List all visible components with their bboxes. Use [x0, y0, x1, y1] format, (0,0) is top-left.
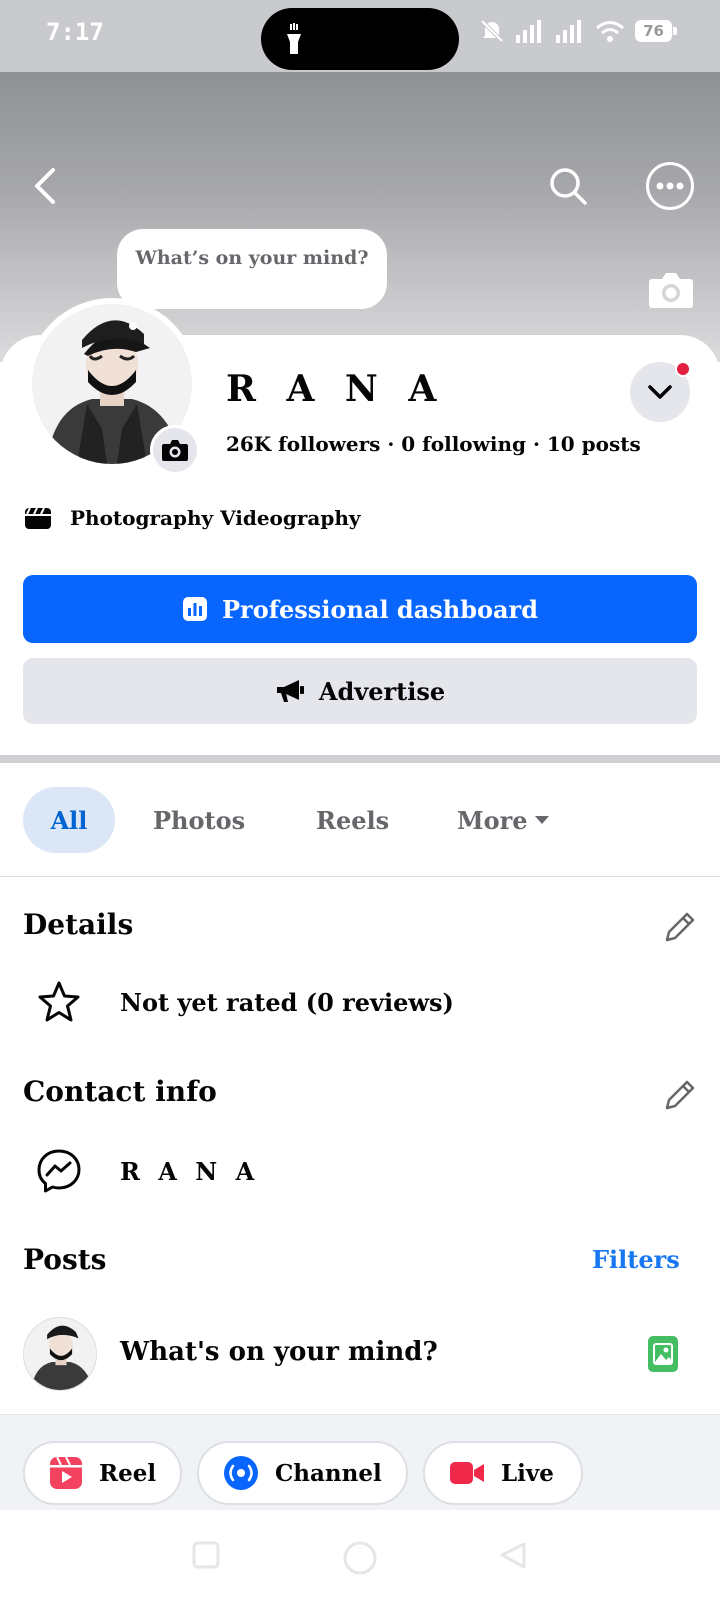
pencil-icon — [665, 1080, 695, 1110]
reel-icon — [50, 1456, 82, 1489]
edit-avatar-button[interactable] — [150, 425, 200, 475]
tab-label: Reels — [316, 805, 390, 835]
professional-dashboard-button[interactable]: Professional dashboard — [23, 575, 697, 643]
composer-input[interactable]: What's on your mind? — [120, 1337, 438, 1367]
bell-muted-icon — [480, 19, 504, 43]
home-circle-icon[interactable] — [342, 1540, 378, 1576]
camera-icon — [649, 273, 693, 308]
live-label: Live — [501, 1459, 554, 1487]
chevron-left-icon — [35, 168, 55, 204]
tab-reels[interactable]: Reels — [316, 787, 389, 853]
messenger-row[interactable]: R A N A — [36, 1148, 259, 1194]
tab-photos[interactable]: Photos — [153, 787, 245, 853]
battery-indicator: 76 — [635, 20, 677, 42]
posts-title: Posts — [23, 1243, 107, 1276]
flashlight-icon — [287, 23, 301, 54]
clapperboard-icon — [25, 507, 51, 529]
notification-dot — [675, 361, 691, 377]
status-time: 7:17 — [46, 18, 104, 46]
messenger-name: R A N A — [120, 1156, 260, 1186]
mind-bubble-text: What’s on your mind? — [135, 247, 369, 269]
tab-label: Photos — [153, 805, 246, 835]
channel-icon — [224, 1456, 258, 1490]
category-label: Photography Videography — [70, 506, 361, 530]
filters-link[interactable]: Filters — [592, 1245, 680, 1274]
details-title: Details — [23, 908, 134, 941]
tab-label: All — [50, 805, 88, 835]
profile-category: Photography Videography — [24, 506, 361, 530]
tab-more[interactable]: More — [457, 787, 550, 853]
pencil-icon — [665, 912, 695, 942]
add-photo-button[interactable] — [648, 1336, 678, 1372]
more-dots-icon — [656, 182, 684, 190]
search-icon — [550, 168, 587, 205]
rating-text: Not yet rated (0 reviews) — [120, 987, 454, 1017]
reel-button[interactable]: Reel — [23, 1441, 182, 1505]
channel-label: Channel — [275, 1459, 382, 1487]
edit-details-button[interactable] — [660, 907, 700, 947]
signal-icon — [556, 20, 582, 43]
live-button[interactable]: Live — [423, 1441, 583, 1505]
profile-stats[interactable]: 26K followers · 0 following · 10 posts — [226, 432, 641, 456]
messenger-icon — [37, 1149, 81, 1193]
status-bar: 7:17 76 — [0, 0, 720, 72]
advertise-button[interactable]: Advertise — [23, 658, 697, 724]
profile-name: R A N A — [226, 368, 446, 410]
rating-row: Not yet rated (0 reviews) — [36, 980, 454, 1024]
tab-all[interactable]: All — [23, 787, 115, 853]
recent-apps-icon[interactable] — [191, 1540, 221, 1570]
composer-avatar[interactable] — [23, 1317, 97, 1391]
dashboard-chart-icon — [183, 597, 207, 621]
search-button[interactable] — [546, 164, 590, 208]
edit-cover-button[interactable] — [648, 270, 694, 310]
status-icons: 76 — [479, 18, 677, 44]
edit-contact-button[interactable] — [660, 1075, 700, 1115]
signal-icon — [516, 20, 542, 43]
mind-bubble[interactable]: What’s on your mind? — [117, 229, 387, 309]
back-triangle-icon[interactable] — [498, 1540, 528, 1570]
megaphone-icon — [276, 680, 304, 702]
back-button[interactable] — [24, 164, 68, 208]
caret-down-icon — [534, 816, 549, 824]
channel-button[interactable]: Channel — [197, 1441, 408, 1505]
contact-title: Contact info — [23, 1075, 217, 1108]
camera-icon — [162, 440, 188, 461]
star-icon — [38, 981, 80, 1022]
tabs-divider — [0, 876, 720, 877]
professional-dashboard-label: Professional dashboard — [222, 594, 538, 624]
more-options-button[interactable] — [646, 162, 694, 210]
advertise-label: Advertise — [318, 676, 446, 706]
wifi-icon — [596, 21, 625, 42]
section-divider — [0, 755, 720, 763]
live-video-icon — [450, 1462, 484, 1484]
photo-icon — [653, 1343, 673, 1365]
chevron-down-icon — [648, 385, 672, 399]
reel-label: Reel — [99, 1459, 157, 1487]
tab-label: More — [457, 805, 528, 835]
dynamic-island — [261, 8, 459, 70]
avatar-illustration — [24, 1318, 96, 1390]
